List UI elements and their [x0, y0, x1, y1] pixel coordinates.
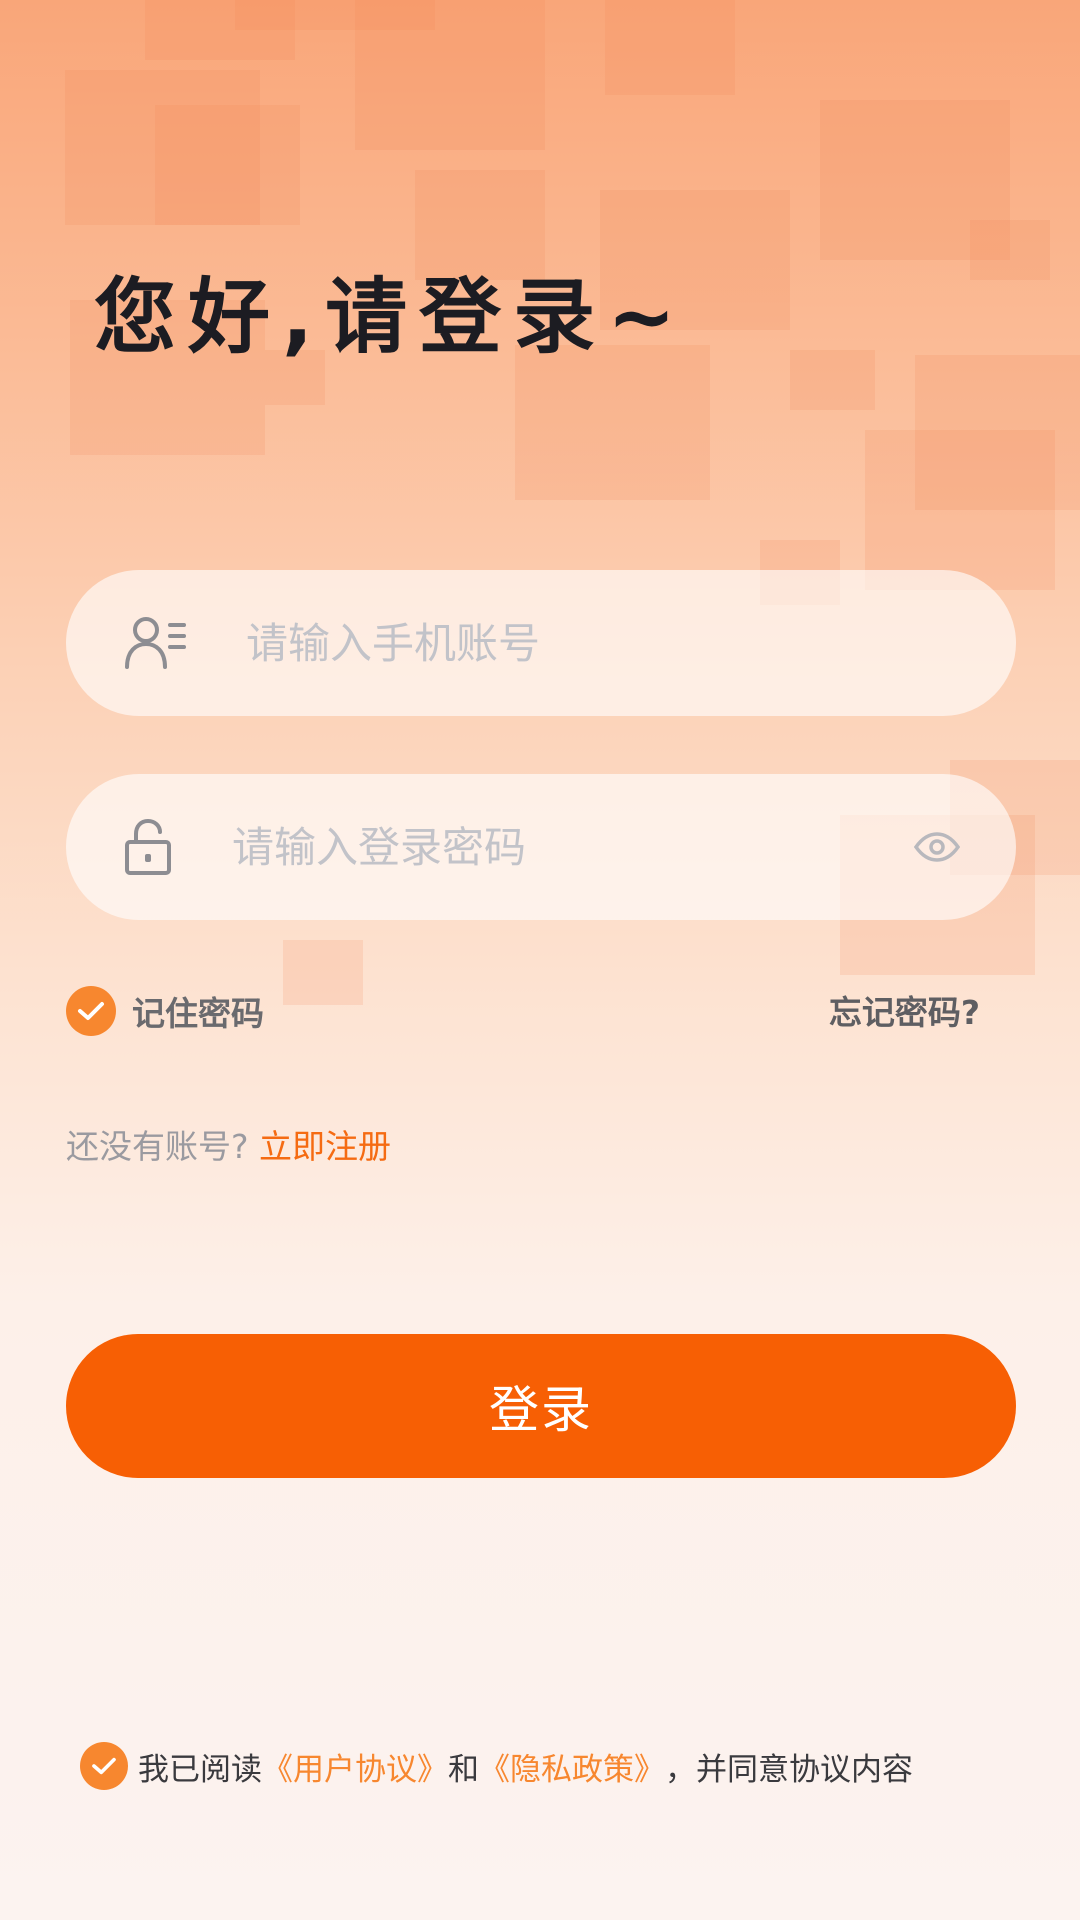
- login-button[interactable]: 登录: [66, 1334, 1016, 1478]
- checkmark-icon: [92, 1757, 116, 1775]
- background-decoration: [865, 430, 1055, 590]
- register-row: 还没有账号? 立即注册: [66, 1120, 391, 1168]
- user-agreement-link[interactable]: 《用户协议》: [262, 1744, 448, 1789]
- agreement-and: 和: [448, 1751, 479, 1788]
- login-screen: 您好,请登录~ 请输入手机账号 记住密码 忘记密码? 还没有账号? 立即注册 登…: [0, 0, 1080, 1920]
- background-decoration: [970, 220, 1050, 280]
- page-title: 您好,请登录~: [94, 270, 688, 365]
- password-field[interactable]: [66, 774, 1016, 920]
- register-prompt: 还没有账号?: [66, 1127, 249, 1166]
- forgot-password-link[interactable]: 忘记密码?: [829, 986, 980, 1034]
- background-decoration: [605, 0, 735, 95]
- privacy-policy-link[interactable]: 《隐私政策》: [479, 1744, 665, 1789]
- agreement-prefix: 我已阅读: [138, 1751, 262, 1788]
- agreement-checkbox[interactable]: [80, 1742, 128, 1790]
- phone-account-input[interactable]: [246, 570, 966, 716]
- background-decoration: [283, 940, 363, 1005]
- background-decoration: [790, 350, 875, 410]
- remember-password-label: 记住密码: [132, 994, 264, 1033]
- remember-password-checkbox[interactable]: 记住密码: [66, 986, 264, 1036]
- agreement-suffix: ，并同意协议内容: [665, 1751, 913, 1788]
- agreement-row: 我已阅读 《用户协议》 和 《隐私政策》 ，并同意协议内容: [80, 1742, 913, 1790]
- checkmark-icon: [66, 986, 116, 1036]
- register-link[interactable]: 立即注册: [259, 1127, 391, 1166]
- lock-icon: [124, 818, 172, 876]
- user-list-icon: [124, 615, 188, 671]
- eye-icon[interactable]: [914, 832, 960, 862]
- background-decoration: [155, 105, 300, 225]
- password-input[interactable]: [232, 774, 892, 920]
- account-field[interactable]: [66, 570, 1016, 716]
- background-decoration: [355, 0, 545, 150]
